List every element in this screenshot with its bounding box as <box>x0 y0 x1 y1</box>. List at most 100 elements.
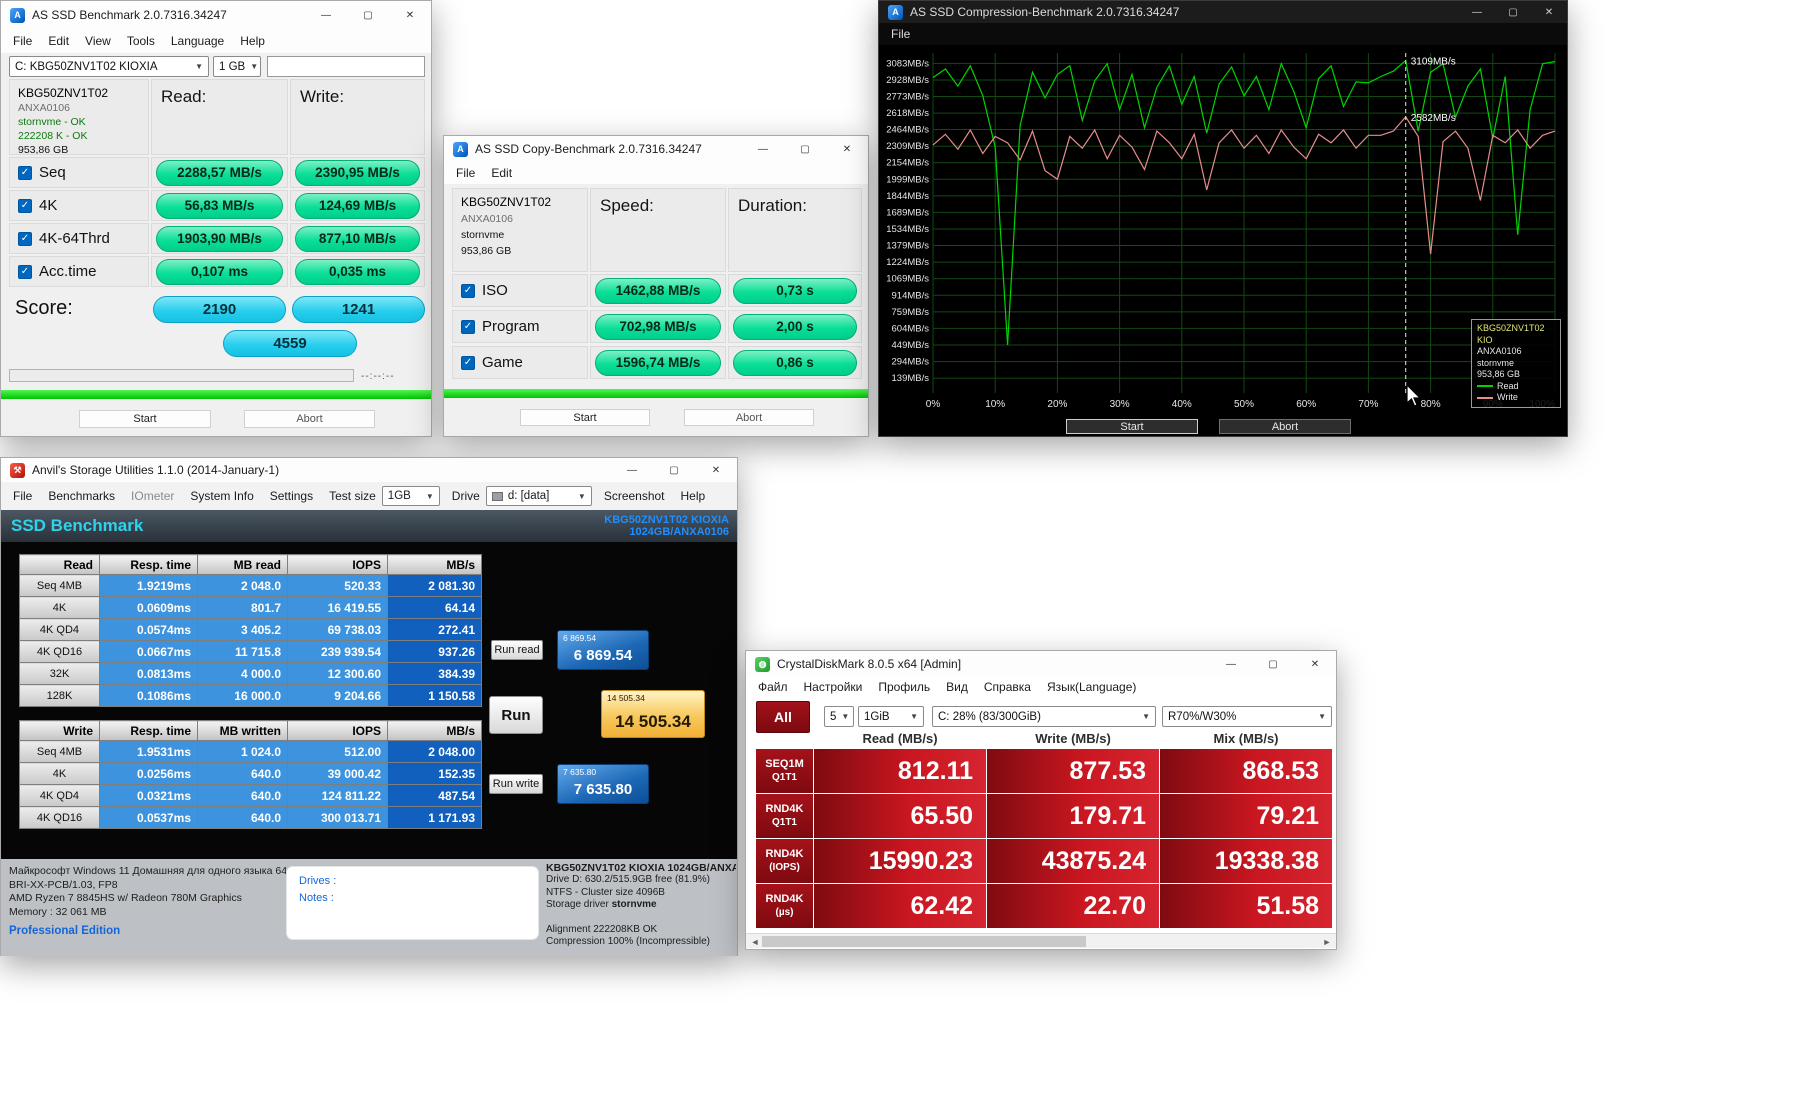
run-read-button[interactable]: Run read <box>491 640 543 660</box>
maximize-button[interactable]: ▢ <box>784 136 826 162</box>
menu-settings[interactable]: Настройки <box>796 677 871 697</box>
run-write-button[interactable]: Run write <box>489 774 543 794</box>
maximize-button[interactable]: ▢ <box>347 1 389 29</box>
4k-checkbox[interactable]: ✓ <box>18 198 32 213</box>
4k64-checkbox[interactable]: ✓ <box>18 231 32 246</box>
seq-write-value: 2390,95 MB/s <box>295 159 420 186</box>
start-button[interactable]: Start <box>79 410 211 428</box>
menu-language[interactable]: Язык(Language) <box>1039 677 1144 697</box>
menu-file[interactable]: File <box>883 24 918 44</box>
menu-edit[interactable]: Edit <box>40 31 77 51</box>
rnd4k-q1t1-row-button[interactable]: RND4K Q1T1 <box>756 794 813 838</box>
menu-file[interactable]: Файл <box>750 677 796 697</box>
abort-button[interactable]: Abort <box>684 409 814 426</box>
crystaldiskmark-window: ◍ CrystalDiskMark 8.0.5 x64 [Admin] — ▢ … <box>745 650 1337 950</box>
rnd4k-iops-row-button[interactable]: RND4K (IOPS) <box>756 839 813 883</box>
menu-view[interactable]: View <box>77 31 119 51</box>
test-size-value: 1GiB <box>864 710 890 723</box>
rnd4k-iops-mix-value[interactable]: 19338.38 <box>1160 839 1332 883</box>
minimize-button[interactable]: — <box>1459 1 1495 23</box>
close-button[interactable]: ✕ <box>389 1 431 29</box>
row-label: 128K <box>19 684 100 707</box>
menu-file[interactable]: File <box>5 486 40 506</box>
acctime-checkbox[interactable]: ✓ <box>18 264 32 279</box>
drive-select[interactable]: C: KBG50ZNV1T02 KIOXIA ▼ <box>9 56 209 77</box>
scroll-left-arrow[interactable]: ◄ <box>748 934 762 949</box>
run-all-button[interactable]: All <box>756 701 810 733</box>
test-size-select[interactable]: 1 GB ▼ <box>213 56 261 77</box>
titlebar[interactable]: A AS SSD Compression-Benchmark 2.0.7316.… <box>879 1 1567 23</box>
minimize-button[interactable]: — <box>611 458 653 482</box>
completion-bar <box>1 390 431 399</box>
mix-ratio-select[interactable]: R70%/W30% ▼ <box>1162 706 1332 727</box>
seq1m-q1t1-row-button[interactable]: SEQ1M Q1T1 <box>756 749 813 793</box>
test-size-select[interactable]: 1GiB ▼ <box>858 706 924 727</box>
menu-help[interactable]: Help <box>673 486 714 506</box>
menu-help[interactable]: Справка <box>976 677 1039 697</box>
minimize-button[interactable]: — <box>742 136 784 162</box>
titlebar[interactable]: A AS SSD Benchmark 2.0.7316.34247 — ▢ ✕ <box>1 1 431 29</box>
menu-view[interactable]: Вид <box>938 677 976 697</box>
menu-file[interactable]: File <box>5 31 40 51</box>
game-checkbox[interactable]: ✓ <box>461 355 475 370</box>
svg-text:1844MB/s: 1844MB/s <box>886 191 929 202</box>
titlebar[interactable]: A AS SSD Copy-Benchmark 2.0.7316.34247 —… <box>444 136 868 162</box>
minimize-button[interactable]: — <box>1210 651 1252 677</box>
close-button[interactable]: ✕ <box>695 458 737 482</box>
rnd4k-iops-write-value[interactable]: 43875.24 <box>987 839 1159 883</box>
iso-checkbox[interactable]: ✓ <box>461 283 475 298</box>
maximize-button[interactable]: ▢ <box>1495 1 1531 23</box>
minimize-button[interactable]: — <box>305 1 347 29</box>
abort-button[interactable]: Abort <box>1219 419 1351 434</box>
rnd4k-latency-read-value[interactable]: 62.42 <box>814 884 986 928</box>
svg-text:2582MB/s: 2582MB/s <box>1411 113 1456 124</box>
target-drive-select[interactable]: C: 28% (83/300GiB) ▼ <box>932 706 1156 727</box>
menu-edit[interactable]: Edit <box>483 163 520 183</box>
drive-select-value: C: KBG50ZNV1T02 KIOXIA <box>15 60 158 73</box>
rnd4k-mix-value[interactable]: 79.21 <box>1160 794 1332 838</box>
menu-screenshot[interactable]: Screenshot <box>596 486 673 506</box>
result-name-input[interactable] <box>267 56 425 77</box>
menu-benchmarks[interactable]: Benchmarks <box>40 486 123 506</box>
rnd4k-iops-read-value[interactable]: 15990.23 <box>814 839 986 883</box>
menu-language[interactable]: Language <box>163 31 232 51</box>
menu-iometer[interactable]: IOmeter <box>123 486 182 506</box>
seq1m-mix-value[interactable]: 868.53 <box>1160 749 1332 793</box>
resp-time: 1.9219ms <box>99 574 198 597</box>
menu-profile[interactable]: Профиль <box>870 677 938 697</box>
menu-help[interactable]: Help <box>232 31 273 51</box>
resp-time: 0.1086ms <box>99 684 198 707</box>
rnd4k-read-value[interactable]: 65.50 <box>814 794 986 838</box>
menu-settings[interactable]: Settings <box>262 486 321 506</box>
abort-button[interactable]: Abort <box>244 410 375 428</box>
seq-checkbox[interactable]: ✓ <box>18 165 32 180</box>
drives-notes-box[interactable]: Drives : Notes : <box>286 866 539 940</box>
test-count-select[interactable]: 5 ▼ <box>824 706 854 727</box>
drive-select[interactable]: d: [data] ▼ <box>485 486 592 506</box>
scrollbar-thumb[interactable] <box>762 936 1086 947</box>
iops: 69 738.03 <box>287 618 388 641</box>
menu-file[interactable]: File <box>448 163 483 183</box>
titlebar[interactable]: ⚒ Anvil's Storage Utilities 1.1.0 (2014-… <box>1 458 737 482</box>
start-button[interactable]: Start <box>520 409 650 426</box>
seq1m-write-value[interactable]: 877.53 <box>987 749 1159 793</box>
run-button[interactable]: Run <box>489 696 543 734</box>
maximize-button[interactable]: ▢ <box>653 458 695 482</box>
rnd4k-latency-row-button[interactable]: RND4K (µs) <box>756 884 813 928</box>
start-button[interactable]: Start <box>1066 419 1198 434</box>
rnd4k-write-value[interactable]: 179.71 <box>987 794 1159 838</box>
close-button[interactable]: ✕ <box>1531 1 1567 23</box>
horizontal-scrollbar[interactable]: ◄ ► <box>746 933 1336 948</box>
close-button[interactable]: ✕ <box>826 136 868 162</box>
test-size-select[interactable]: 1GB ▼ <box>381 486 440 506</box>
close-button[interactable]: ✕ <box>1294 651 1336 677</box>
rnd4k-latency-mix-value[interactable]: 51.58 <box>1160 884 1332 928</box>
titlebar[interactable]: ◍ CrystalDiskMark 8.0.5 x64 [Admin] — ▢ … <box>746 651 1336 677</box>
seq1m-read-value[interactable]: 812.11 <box>814 749 986 793</box>
menu-tools[interactable]: Tools <box>119 31 163 51</box>
menu-system-info[interactable]: System Info <box>182 486 261 506</box>
scroll-right-arrow[interactable]: ► <box>1320 934 1334 949</box>
program-checkbox[interactable]: ✓ <box>461 319 475 334</box>
rnd4k-latency-write-value[interactable]: 22.70 <box>987 884 1159 928</box>
maximize-button[interactable]: ▢ <box>1252 651 1294 677</box>
